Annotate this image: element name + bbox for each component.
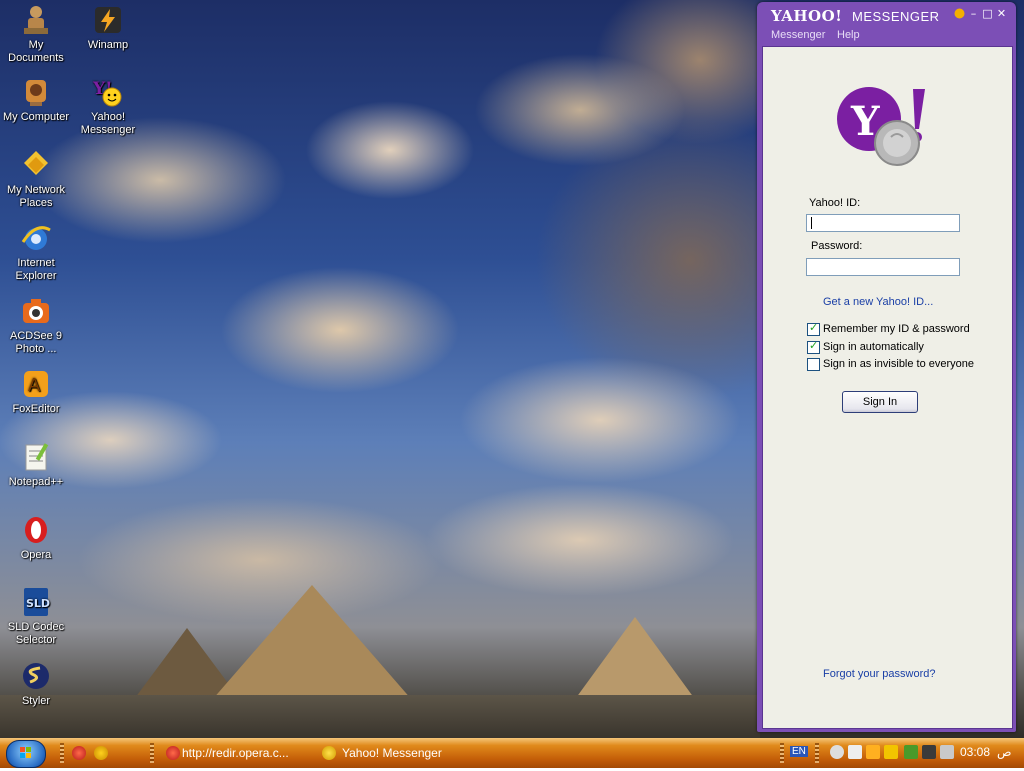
desktop-icon-my-network-places[interactable]: My Network Places (0, 149, 72, 210)
sign-in-button[interactable]: Sign In (842, 391, 918, 413)
pyramid-center (212, 585, 412, 700)
desktop-icon-my-documents[interactable]: My Documents (0, 4, 72, 65)
foxeditor-icon: A (20, 368, 52, 400)
tray-check-icon[interactable] (904, 745, 918, 759)
desktop-icon-label: My Computer (2, 111, 70, 123)
desktop-icon-label: Winamp (87, 39, 129, 51)
task-button-yahoo-messenger[interactable]: Yahoo! Messenger (318, 740, 468, 766)
quicklaunch-opera-icon[interactable] (72, 746, 86, 760)
desktop-icon-label: Opera (20, 549, 52, 561)
taskbar-separator (780, 743, 784, 763)
maximize-button[interactable]: □ (982, 8, 993, 19)
desktop-icon-label: Notepad++ (8, 476, 64, 488)
winamp-bolt-icon (92, 4, 124, 36)
desktop-icon-notepadpp[interactable]: Notepad++ (0, 441, 72, 489)
title-bar[interactable]: YAHOO! MESSENGER – □ ✕ (757, 2, 1016, 26)
desert-ground (0, 695, 760, 738)
task-button-opera[interactable]: http://redir.opera.c... (160, 740, 310, 766)
my-documents-icon (20, 4, 52, 36)
desktop-icon-label: Internet Explorer (15, 257, 57, 282)
sign-in-invisible-label[interactable]: Sign in as invisible to everyone (823, 358, 974, 370)
desktop-icon-label: FoxEditor (12, 403, 60, 415)
window-title-brand: YAHOO! (771, 7, 843, 25)
yahoo-id-label: Yahoo! ID: (809, 197, 861, 209)
yahoo-messenger-window[interactable]: YAHOO! MESSENGER – □ ✕ Messenger Help Y … (757, 2, 1016, 732)
opera-icon (166, 746, 180, 760)
clock-ampm: ص (997, 745, 1012, 759)
close-button[interactable]: ✕ (996, 8, 1007, 19)
taskbar-separator (60, 743, 64, 763)
sign-in-automatically-label[interactable]: Sign in automatically (823, 341, 924, 353)
sign-in-automatically-checkbox[interactable] (807, 339, 820, 354)
styler-icon (20, 660, 52, 692)
notepad-plus-plus-icon (20, 441, 52, 473)
quicklaunch-yahoo-icon[interactable] (94, 746, 108, 760)
remember-id-checkbox[interactable] (807, 321, 820, 336)
smiley-status-icon[interactable] (954, 8, 965, 19)
svg-text:SLD: SLD (26, 597, 50, 610)
forgot-password-link[interactable]: Forgot your password? (823, 668, 936, 680)
taskbar: http://redir.opera.c... Yahoo! Messenger… (0, 738, 1024, 768)
desktop-icon-label: My Network Places (6, 184, 66, 209)
windows-logo-icon (20, 747, 31, 758)
taskbar-separator (150, 743, 154, 763)
desktop-icon-winamp[interactable]: Winamp (72, 4, 144, 52)
svg-text:A: A (28, 375, 41, 396)
yahoo-messenger-icon: Y! (92, 76, 124, 108)
window-title-product: MESSENGER (852, 9, 940, 24)
internet-explorer-icon (20, 222, 52, 254)
minimize-button[interactable]: – (968, 8, 979, 19)
desktop-icon-styler[interactable]: Styler (0, 660, 72, 708)
desktop-icon-acdsee[interactable]: ACDSee 9 Photo ... (0, 295, 72, 356)
password-input[interactable] (806, 258, 960, 276)
tray-device-icon[interactable] (922, 745, 936, 759)
opera-icon (20, 514, 52, 546)
pyramid-right (573, 617, 697, 702)
login-panel: Y Yahoo! ID: Password: Get a new Yahoo! … (762, 46, 1013, 729)
desktop-icon-yahoo-messenger[interactable]: Y! Yahoo! Messenger (72, 76, 144, 137)
my-computer-icon (20, 76, 52, 108)
text-caret (811, 217, 812, 229)
language-indicator[interactable]: EN (790, 746, 808, 757)
network-places-icon (20, 149, 52, 181)
yahoo-id-input[interactable] (806, 214, 960, 232)
tray-shield-icon[interactable] (884, 745, 898, 759)
remember-id-label[interactable]: Remember my ID & password (823, 323, 970, 335)
desktop-icon-label: Styler (21, 695, 51, 707)
menu-messenger[interactable]: Messenger (771, 29, 825, 41)
tray-smiley-icon[interactable] (830, 745, 844, 759)
desktop-icon-label: SLD Codec Selector (7, 621, 65, 646)
desktop-icon-my-computer[interactable]: My Computer (0, 76, 72, 124)
desktop-icon-opera[interactable]: Opera (0, 514, 72, 562)
sign-in-invisible-checkbox[interactable] (807, 358, 820, 371)
get-new-id-link[interactable]: Get a new Yahoo! ID... (823, 296, 933, 308)
task-label: Yahoo! Messenger (342, 746, 442, 760)
desktop-icon-foxeditor[interactable]: A FoxEditor (0, 368, 72, 416)
yahoo-smiley-icon (322, 746, 336, 760)
desktop-icon-label: My Documents (8, 39, 64, 64)
tray-tool-icon[interactable] (866, 745, 880, 759)
tray-speaker-icon[interactable] (940, 745, 954, 759)
sld-codec-icon: SLD (20, 586, 52, 618)
desktop-icon-sld-codec[interactable]: SLD SLD Codec Selector (0, 586, 72, 647)
yahoo-logo-icon: Y (837, 87, 925, 166)
acdsee-camera-icon (20, 295, 52, 327)
desktop-icon-internet-explorer[interactable]: Internet Explorer (0, 222, 72, 283)
menu-bar: Messenger Help (757, 26, 1016, 46)
desktop-icon-label: Yahoo! Messenger (80, 111, 136, 136)
start-button[interactable] (6, 740, 46, 768)
tray-network-icon[interactable] (848, 745, 862, 759)
desktop-icon-label: ACDSee 9 Photo ... (10, 330, 62, 355)
clock-time[interactable]: 03:08 (960, 745, 990, 759)
menu-help[interactable]: Help (837, 29, 860, 41)
task-label: http://redir.opera.c... (182, 746, 289, 760)
password-label: Password: (811, 240, 863, 252)
taskbar-separator (815, 743, 819, 763)
